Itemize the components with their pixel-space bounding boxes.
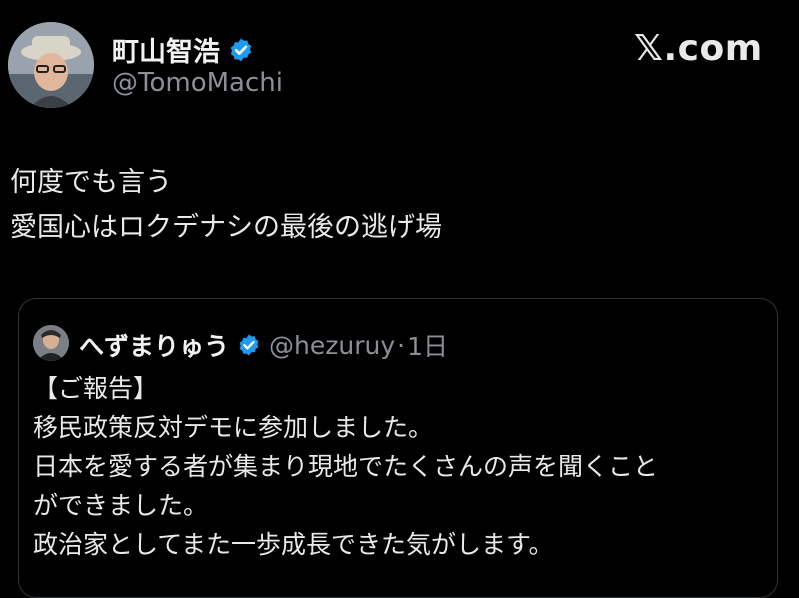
avatar-image	[33, 325, 69, 361]
tweet-text: 何度でも言う 愛国心はロクデナシの最後の逃げ場	[10, 160, 442, 250]
quoted-header: へずまりゅう @hezuruy · 1日	[79, 327, 448, 363]
author-avatar[interactable]	[8, 22, 94, 108]
quoted-tweet-text: 【ご報告】 移民政策反対デモに参加しました。 日本を愛する者が集まり現地でたくさ…	[33, 369, 658, 564]
tweet-line: 何度でも言う	[10, 167, 172, 198]
verified-badge-icon	[230, 38, 252, 61]
avatar-image	[8, 22, 94, 108]
quoted-timestamp[interactable]: 1日	[407, 327, 448, 363]
quoted-line: ができました。	[33, 491, 209, 520]
quoted-author-avatar[interactable]	[33, 325, 69, 361]
quoted-line: 【ご報告】	[33, 374, 159, 403]
verified-badge-icon	[239, 334, 259, 356]
quoted-tweet-card[interactable]: へずまりゅう @hezuruy · 1日 【ご報告】 移民政策反対デモに参加しました…	[18, 298, 778, 598]
tweet-line: 愛国心はロクデナシの最後の逃げ場	[10, 212, 442, 243]
quoted-author-name[interactable]: へずまりゅう	[79, 327, 229, 363]
meta-separator: ·	[397, 330, 406, 360]
author-name[interactable]: 町山智浩	[112, 30, 220, 69]
quoted-author-handle[interactable]: @hezuruy	[269, 331, 395, 360]
quoted-line: 政治家としてまた一歩成長できた気がします。	[33, 530, 554, 559]
author-name-row[interactable]: 町山智浩	[112, 30, 254, 69]
quoted-line: 日本を愛する者が集まり現地でたくさんの声を聞くこと	[33, 452, 659, 481]
author-handle[interactable]: @TomoMachi	[112, 68, 283, 98]
quoted-line: 移民政策反対デモに参加しました。	[33, 413, 434, 442]
x-com-logo: 𝕏.com	[634, 28, 763, 69]
